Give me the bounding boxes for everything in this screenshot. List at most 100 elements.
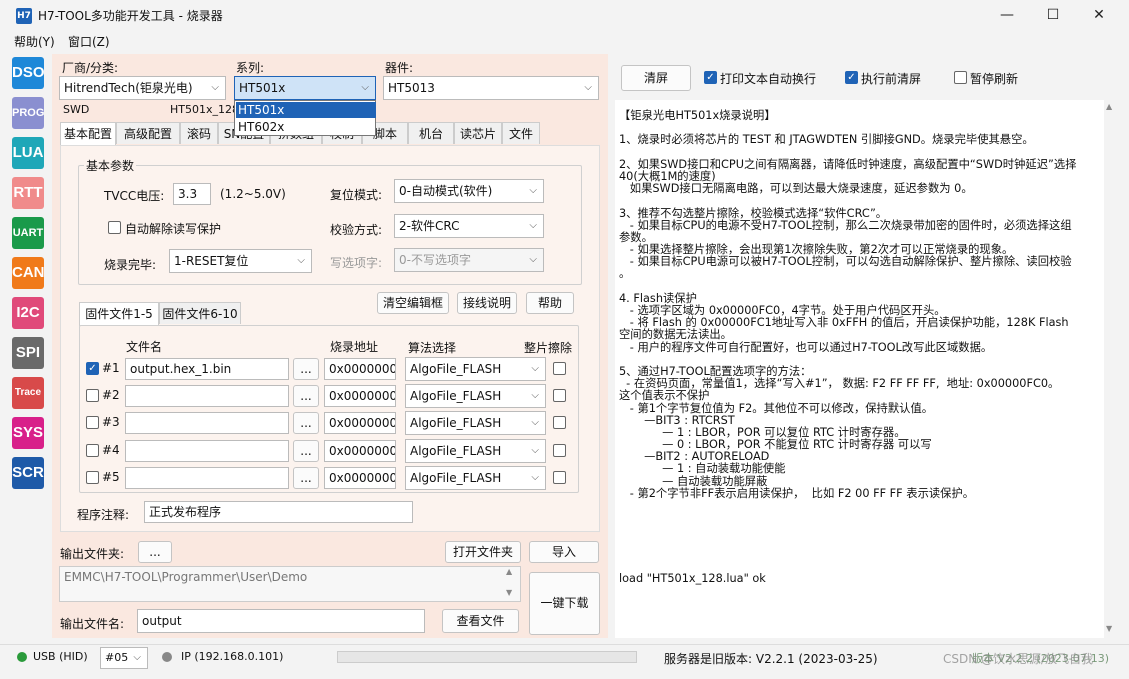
file-row-algorithm-select[interactable]: AlgoFile_FLASH ⌵ — [405, 466, 546, 490]
minimize-button[interactable]: — — [984, 0, 1030, 30]
file-row-address[interactable]: 0x00000000 — [324, 440, 396, 462]
file-row-browse-button[interactable]: ... — [293, 358, 319, 380]
verify-select[interactable]: 2-软件CRC ⌵ — [394, 214, 544, 238]
wiring-button[interactable]: 接线说明 — [457, 292, 517, 314]
tab-7[interactable]: 机台 — [408, 122, 454, 144]
file-row-checkbox[interactable] — [86, 471, 99, 484]
file-row-filename[interactable]: output.hex_1.bin — [125, 358, 289, 380]
file-row-filename[interactable] — [125, 412, 289, 434]
file-row-filename[interactable] — [125, 467, 289, 489]
port-select[interactable]: #05 ⌵ — [100, 647, 148, 669]
pause-refresh-checkbox[interactable] — [954, 71, 967, 84]
log-scrollbar[interactable]: ▲ ▼ — [1104, 100, 1116, 638]
sidebar-sys-icon[interactable]: SYS — [12, 417, 44, 449]
auto-unlock-checkbox[interactable] — [108, 221, 121, 234]
file-row-address[interactable]: 0x00000000 — [324, 412, 396, 434]
file-row-checkbox[interactable] — [86, 389, 99, 402]
sidebar-dso-icon[interactable]: DSO — [12, 57, 45, 89]
chevron-down-icon: ⌵ — [529, 220, 537, 231]
output-folder-label: 输出文件夹: — [60, 547, 125, 561]
file-tabs: 固件文件1-5 固件文件6-10 — [79, 302, 249, 326]
sidebar-can-icon[interactable]: CAN — [12, 257, 45, 289]
auto-unlock-label: 自动解除读写保护 — [125, 222, 222, 236]
file-row-browse-button[interactable]: ... — [293, 467, 319, 489]
tab-2[interactable]: 滚码 — [180, 122, 218, 144]
sidebar-prog-icon[interactable]: PROG — [12, 97, 44, 129]
tab-files-6-10[interactable]: 固件文件6-10 — [159, 302, 241, 324]
series-select[interactable]: HT501x ⌵ — [234, 76, 376, 100]
sidebar-rtt-icon[interactable]: RTT — [12, 177, 44, 209]
clear-screen-button[interactable]: 清屏 — [621, 65, 691, 91]
output-folder-browse-button[interactable]: ... — [138, 541, 172, 563]
menu-help[interactable]: 帮助(Y) — [14, 33, 55, 50]
chevron-down-icon: ⌵ — [133, 652, 141, 663]
scroll-up-icon[interactable]: ▲ — [506, 567, 512, 576]
sidebar-lua-icon[interactable]: LUA — [12, 137, 44, 169]
file-row-erase-checkbox[interactable] — [553, 416, 566, 429]
tab-0[interactable]: 基本配置 — [60, 122, 116, 146]
file-row-algorithm-select[interactable]: AlgoFile_FLASH ⌵ — [405, 357, 546, 381]
file-row-erase-checkbox[interactable] — [553, 362, 566, 375]
scroll-down-icon[interactable]: ▼ — [506, 588, 512, 597]
tab-9[interactable]: 文件 — [502, 122, 540, 144]
sidebar-spi-icon[interactable]: SPI — [12, 337, 44, 369]
file-row-algorithm-select[interactable]: AlgoFile_FLASH ⌵ — [405, 384, 546, 408]
finish-select[interactable]: 1-RESET复位 ⌵ — [169, 249, 312, 273]
sidebar-scr-icon[interactable]: SCR — [12, 457, 44, 489]
tab-files-1-5[interactable]: 固件文件1-5 — [79, 302, 159, 326]
clear-edit-button[interactable]: 清空编辑框 — [377, 292, 449, 314]
file-row-filename[interactable] — [125, 385, 289, 407]
file-row-checkbox[interactable] — [86, 416, 99, 429]
scroll-up-icon[interactable]: ▲ — [1106, 102, 1112, 111]
app-icon: H7 — [16, 8, 32, 24]
help-button[interactable]: 帮助 — [526, 292, 574, 314]
file-row-algorithm-select[interactable]: AlgoFile_FLASH ⌵ — [405, 439, 546, 463]
output-name-input[interactable]: output — [137, 609, 425, 633]
note-input[interactable]: 正式发布程序 — [144, 501, 413, 523]
file-row-browse-button[interactable]: ... — [293, 440, 319, 462]
clear-before-checkbox[interactable]: ✓ — [845, 71, 858, 84]
series-option[interactable]: HT501x — [236, 102, 376, 118]
file-row-algorithm-select[interactable]: AlgoFile_FLASH ⌵ — [405, 411, 546, 435]
file-row-erase-checkbox[interactable] — [553, 444, 566, 457]
series-option[interactable]: HT602x — [236, 119, 376, 135]
file-row-browse-button[interactable]: ... — [293, 412, 319, 434]
close-button[interactable]: ✕ — [1076, 0, 1122, 30]
log-text-area[interactable]: 【钜泉光电HT501x烧录说明】 1、烧录时必须将芯片的 TEST 和 JTAGW… — [615, 100, 1104, 638]
menu-window[interactable]: 窗口(Z) — [68, 33, 110, 50]
file-row-checkbox[interactable]: ✓ — [86, 362, 99, 375]
auto-wrap-checkbox[interactable]: ✓ — [704, 71, 717, 84]
file-row-checkbox[interactable] — [86, 444, 99, 457]
col-filename: 文件名 — [126, 340, 163, 354]
file-row-address[interactable]: 0x00000000 — [324, 385, 396, 407]
file-row-address[interactable]: 0x00000000 — [324, 467, 396, 489]
col-algorithm: 算法选择 — [408, 341, 457, 355]
sidebar-trace-icon[interactable]: Trace — [12, 377, 44, 409]
tab-1[interactable]: 高级配置 — [116, 122, 180, 144]
import-button[interactable]: 导入 — [529, 541, 599, 563]
view-file-button[interactable]: 查看文件 — [442, 609, 519, 633]
file-row-erase-checkbox[interactable] — [553, 471, 566, 484]
log-line: 如果SWD接口无隔离电路，可以到达最大烧录速度，延迟参数为 0。 — [619, 182, 973, 196]
tvcc-input[interactable]: 3.3 — [173, 183, 211, 205]
sidebar-uart-icon[interactable]: UART — [12, 217, 44, 249]
file-row-filename[interactable] — [125, 440, 289, 462]
auto-wrap-label: 打印文本自动换行 — [720, 72, 817, 86]
file-row-browse-button[interactable]: ... — [293, 385, 319, 407]
reset-mode-select[interactable]: 0-自动模式(软件) ⌵ — [394, 179, 544, 203]
device-select[interactable]: HT5013 ⌵ — [383, 76, 599, 100]
open-folder-button[interactable]: 打开文件夹 — [445, 541, 521, 563]
output-path-field[interactable]: EMMC\H7-TOOL\Programmer\User\Demo — [59, 566, 521, 602]
output-name-label: 输出文件名: — [60, 617, 125, 631]
progress-bar — [337, 651, 637, 663]
sidebar-i2c-icon[interactable]: I2C — [12, 297, 44, 329]
vendor-select[interactable]: HitrendTech(钜泉光电) ⌵ — [59, 76, 226, 100]
tab-8[interactable]: 读芯片 — [454, 122, 502, 144]
maximize-button[interactable]: ☐ — [1030, 0, 1076, 30]
one-key-download-button[interactable]: 一键下载 — [529, 572, 600, 635]
file-row-address[interactable]: 0x00000000 — [324, 358, 396, 380]
file-row-erase-checkbox[interactable] — [553, 389, 566, 402]
scroll-down-icon[interactable]: ▼ — [1106, 624, 1112, 633]
